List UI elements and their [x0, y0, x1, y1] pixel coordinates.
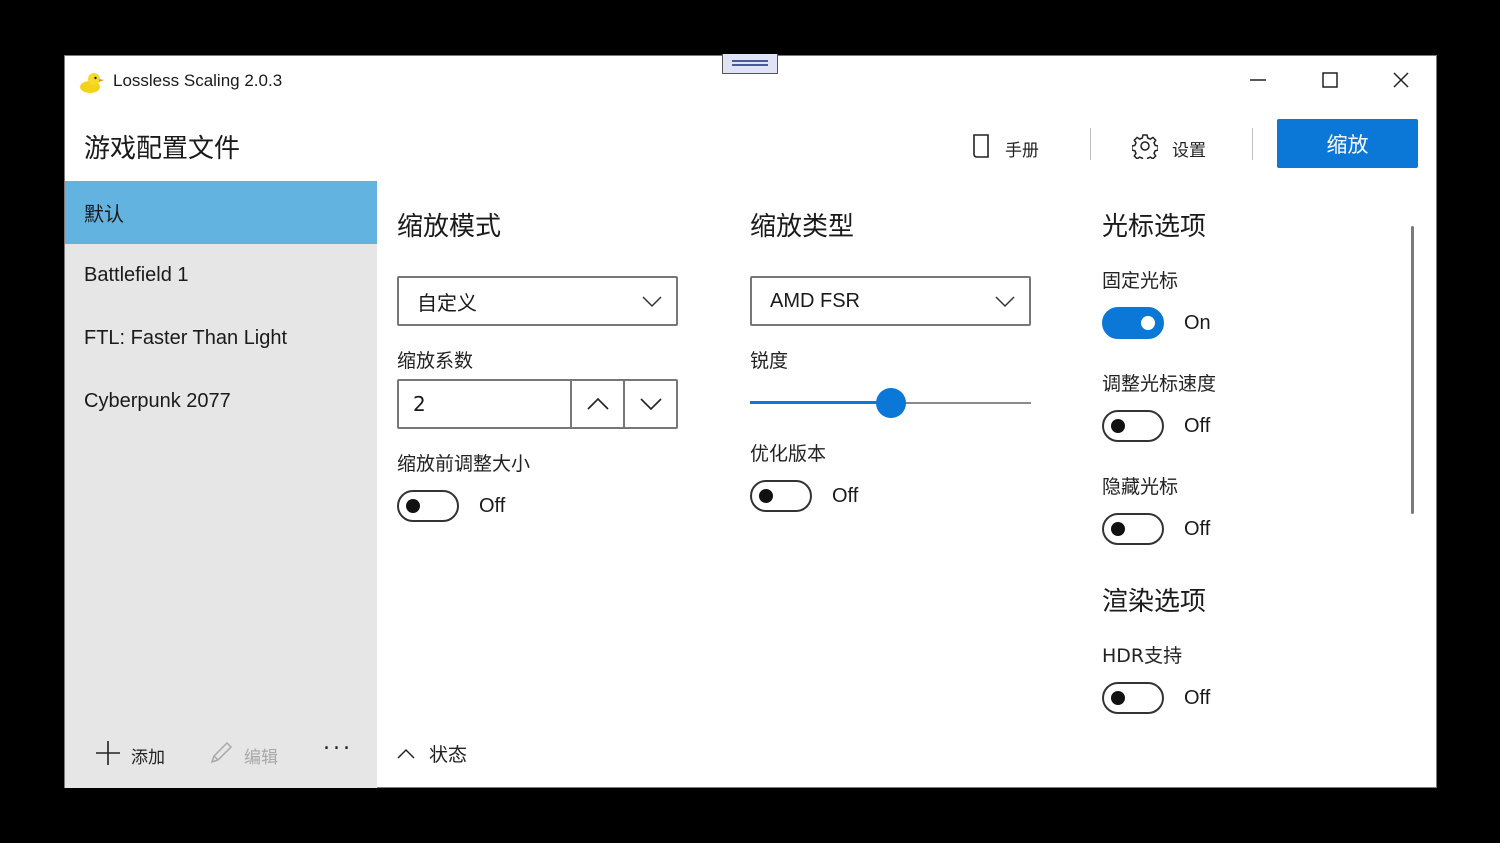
- clip-cursor-state: On: [1184, 311, 1211, 334]
- optimized-version-toggle[interactable]: [750, 480, 812, 512]
- sharpness-slider[interactable]: [750, 387, 1031, 419]
- scaling-type-value: AMD FSR: [770, 289, 860, 312]
- chevron-up-icon: [397, 743, 415, 765]
- manual-label: 手册: [1005, 140, 1039, 161]
- resize-before-toggle[interactable]: [397, 490, 459, 522]
- scale-factor-stepper: 2: [397, 379, 678, 429]
- document-icon: [971, 133, 991, 164]
- status-label: 状态: [429, 744, 468, 766]
- hide-cursor-label: 隐藏光标: [1102, 476, 1179, 498]
- more-icon: ...: [323, 730, 353, 755]
- scaling-type-section: 缩放类型 AMD FSR 锐度 优化版本 Off: [750, 206, 1031, 512]
- scaling-type-select[interactable]: AMD FSR: [750, 276, 1031, 326]
- status-expander[interactable]: 状态: [397, 740, 467, 767]
- page-title: 游戏配置文件: [84, 134, 241, 164]
- page-header: 游戏配置文件 手册 设置 缩放: [65, 116, 1436, 181]
- settings-button[interactable]: 设置: [1131, 128, 1206, 168]
- more-options-button[interactable]: ...: [323, 730, 353, 755]
- maximize-icon: [1321, 71, 1339, 93]
- adjust-cursor-speed-toggle[interactable]: [1102, 410, 1164, 442]
- chevron-down-icon: [639, 395, 662, 414]
- divider: [1090, 128, 1091, 160]
- app-window: Lossless Scaling 2.0.3 游戏配置文件 手册 设置 缩放 默…: [64, 54, 1437, 788]
- add-label: 添加: [131, 747, 165, 768]
- gear-icon: [1131, 133, 1159, 164]
- slider-thumb[interactable]: [875, 388, 906, 418]
- edit-label: 编辑: [244, 747, 278, 768]
- resize-before-label: 缩放前调整大小: [397, 453, 531, 475]
- sidebar-toolbar: 添加 编辑 ...: [65, 730, 377, 771]
- profile-item-cyberpunk-2077[interactable]: Cyberpunk 2077: [65, 370, 377, 433]
- profile-sidebar: 默认 Battlefield 1 FTL: Faster Than Light …: [65, 181, 377, 788]
- chevron-down-icon: [995, 289, 1015, 313]
- clip-cursor-label: 固定光标: [1102, 270, 1179, 292]
- slider-fill: [750, 401, 891, 404]
- plus-icon: [95, 740, 121, 771]
- increment-button[interactable]: [570, 381, 623, 427]
- resize-before-state: Off: [479, 494, 506, 517]
- scaling-mode-select[interactable]: 自定义: [397, 276, 678, 326]
- close-button[interactable]: [1365, 56, 1437, 108]
- hide-cursor-state: Off: [1184, 517, 1211, 540]
- scale-factor-input[interactable]: 2: [399, 381, 570, 427]
- section-title-scaling-type: 缩放类型: [750, 212, 855, 242]
- section-title-render-options: 渲染选项: [1102, 587, 1207, 617]
- sharpness-label: 锐度: [750, 350, 789, 372]
- decrement-button[interactable]: [623, 381, 676, 427]
- edit-profile-button[interactable]: 编辑: [208, 740, 278, 771]
- minimize-icon: [1249, 71, 1267, 93]
- section-title-scaling-mode: 缩放模式: [397, 212, 502, 242]
- section-title-cursor-options: 光标选项: [1102, 212, 1207, 242]
- optimized-version-label: 优化版本: [750, 443, 827, 465]
- close-icon: [1392, 71, 1410, 93]
- adjust-cursor-speed-label: 调整光标速度: [1102, 373, 1217, 395]
- cursor-options-section: 光标选项 固定光标 On 调整光标速度 Off 隐藏光标 Off 渲染选项 HD…: [1102, 206, 1216, 714]
- duck-icon: [79, 70, 105, 94]
- hide-cursor-toggle[interactable]: [1102, 513, 1164, 545]
- profile-item-ftl[interactable]: FTL: Faster Than Light: [65, 307, 377, 370]
- add-profile-button[interactable]: 添加: [95, 740, 165, 771]
- scale-button[interactable]: 缩放: [1277, 119, 1418, 168]
- chevron-down-icon: [642, 289, 662, 313]
- scaling-mode-value: 自定义: [417, 290, 477, 315]
- hdr-support-label: HDR支持: [1102, 645, 1183, 667]
- pencil-icon: [208, 740, 234, 771]
- hdr-support-toggle[interactable]: [1102, 682, 1164, 714]
- vertical-scrollbar[interactable]: [1411, 226, 1414, 514]
- chevron-up-icon: [586, 395, 609, 414]
- divider: [1252, 128, 1253, 160]
- profile-item-battlefield-1[interactable]: Battlefield 1: [65, 244, 377, 307]
- hdr-support-state: Off: [1184, 686, 1211, 709]
- profile-item-default[interactable]: 默认: [65, 181, 377, 244]
- maximize-button[interactable]: [1294, 56, 1366, 108]
- scale-factor-label: 缩放系数: [397, 350, 474, 372]
- minimize-button[interactable]: [1222, 56, 1294, 108]
- manual-button[interactable]: 手册: [971, 128, 1039, 168]
- scaling-mode-section: 缩放模式 自定义 缩放系数 2 缩放前调整大小 Off: [397, 206, 678, 522]
- settings-label: 设置: [1172, 140, 1206, 161]
- title-bar: Lossless Scaling 2.0.3: [65, 56, 1436, 108]
- clip-cursor-toggle[interactable]: [1102, 307, 1164, 339]
- app-title: Lossless Scaling 2.0.3: [113, 71, 283, 90]
- optimized-version-state: Off: [832, 484, 859, 507]
- adjust-cursor-speed-state: Off: [1184, 414, 1211, 437]
